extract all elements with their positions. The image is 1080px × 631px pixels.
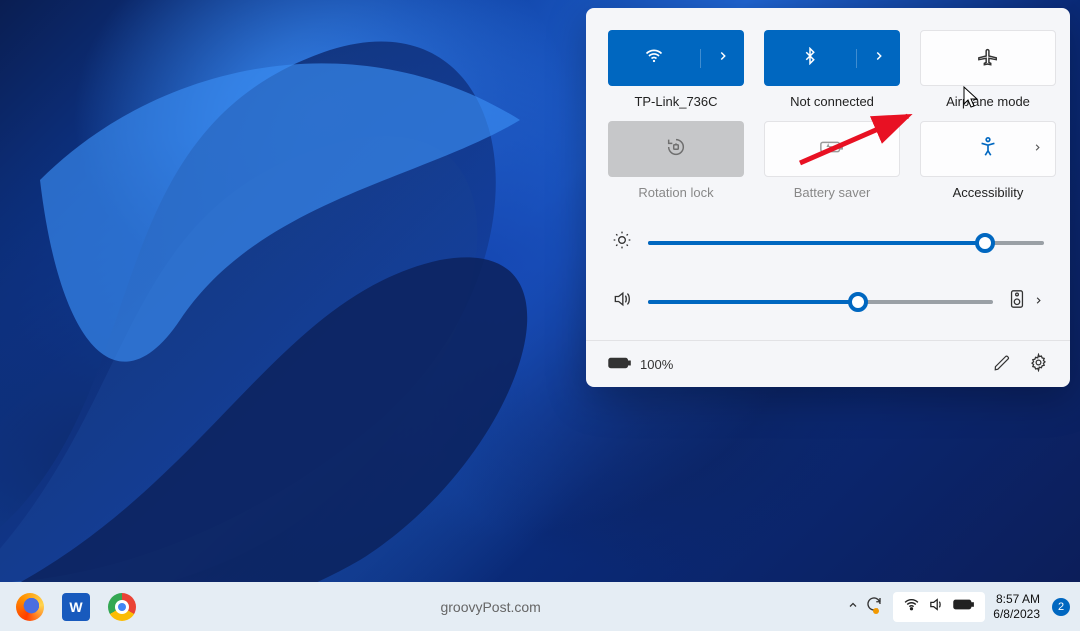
edit-quick-settings-button[interactable] xyxy=(993,354,1011,375)
battery-status[interactable]: 100% xyxy=(608,356,673,373)
airplane-mode-tile[interactable] xyxy=(920,30,1056,86)
system-tray[interactable] xyxy=(893,592,985,622)
battery-saver-icon xyxy=(819,137,845,162)
quick-settings-tile-grid: TP-Link_736C Not connected xyxy=(608,30,1048,200)
taskbar-app-word[interactable]: W xyxy=(56,587,96,627)
volume-slider-row xyxy=(612,289,1044,314)
accessibility-icon xyxy=(977,136,999,163)
taskbar-clock[interactable]: 8:57 AM 6/8/2023 xyxy=(987,592,1046,622)
wifi-icon xyxy=(644,46,664,71)
wifi-tile[interactable] xyxy=(608,30,744,86)
brightness-icon xyxy=(612,230,632,255)
quick-settings-footer: 100% xyxy=(586,340,1070,387)
rotation-lock-tile-label: Rotation lock xyxy=(638,185,713,200)
volume-tray-icon xyxy=(928,596,945,618)
battery-icon xyxy=(608,356,632,373)
taskbar-app-chrome[interactable] xyxy=(102,587,142,627)
chevron-right-icon xyxy=(1032,140,1043,158)
settings-button[interactable] xyxy=(1029,353,1048,375)
watermark-text: groovyPost.com xyxy=(142,599,839,615)
battery-percentage: 100% xyxy=(640,357,673,372)
wifi-expand[interactable] xyxy=(700,49,744,68)
word-icon: W xyxy=(62,593,90,621)
accessibility-tile[interactable] xyxy=(920,121,1056,177)
bluetooth-expand[interactable] xyxy=(856,49,900,68)
taskbar: W groovyPost.com 8:57 AM 6 xyxy=(0,582,1080,631)
bluetooth-icon xyxy=(801,47,819,70)
chevron-right-icon xyxy=(716,49,730,68)
clock-date: 6/8/2023 xyxy=(993,607,1040,622)
firefox-icon xyxy=(16,593,44,621)
windows-update-tray-icon[interactable] xyxy=(865,595,883,618)
battery-saver-tile[interactable] xyxy=(764,121,900,177)
airplane-icon xyxy=(977,45,999,72)
rotation-lock-icon xyxy=(665,136,687,163)
wifi-toggle[interactable] xyxy=(608,46,700,71)
bluetooth-tile[interactable] xyxy=(764,30,900,86)
chrome-icon xyxy=(108,593,136,621)
taskbar-app-firefox[interactable] xyxy=(10,587,50,627)
bluetooth-toggle[interactable] xyxy=(764,47,856,70)
brightness-slider[interactable] xyxy=(648,241,1044,245)
tray-overflow-button[interactable] xyxy=(847,598,859,616)
brightness-slider-row xyxy=(612,230,1044,255)
wifi-tray-icon xyxy=(903,596,920,618)
airplane-mode-tile-label: Airplane mode xyxy=(946,94,1030,109)
rotation-lock-tile xyxy=(608,121,744,177)
audio-output-icon[interactable] xyxy=(1009,289,1025,314)
wifi-tile-label: TP-Link_736C xyxy=(634,94,717,109)
battery-tray-icon xyxy=(953,598,975,616)
audio-output-expand[interactable] xyxy=(1033,293,1044,311)
volume-slider[interactable] xyxy=(648,300,993,304)
clock-time: 8:57 AM xyxy=(993,592,1040,607)
volume-icon xyxy=(612,289,632,314)
battery-saver-tile-label: Battery saver xyxy=(794,185,871,200)
notification-count-badge[interactable]: 2 xyxy=(1052,598,1070,616)
quick-settings-panel: TP-Link_736C Not connected xyxy=(586,8,1070,387)
accessibility-tile-label: Accessibility xyxy=(953,185,1024,200)
chevron-right-icon xyxy=(872,49,886,68)
bluetooth-tile-label: Not connected xyxy=(790,94,874,109)
